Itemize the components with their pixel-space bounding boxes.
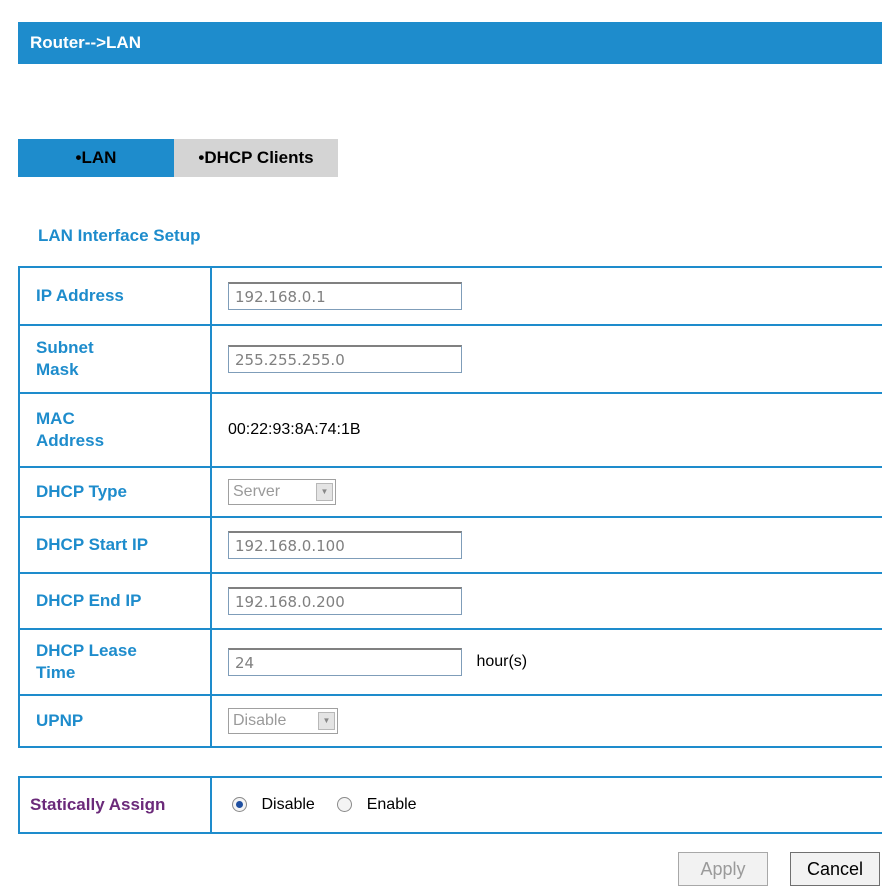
- radio-enable[interactable]: [337, 797, 353, 813]
- dhcp-start-ip-label: DHCP Start IP: [18, 516, 212, 574]
- row-upnp: UPNP Disable ▼: [18, 694, 882, 748]
- row-mac-address: MAC Address 00:22:93:8A:74:1B: [18, 392, 882, 468]
- mac-address-value: 00:22:93:8A:74:1B: [228, 421, 361, 438]
- dhcp-type-label: DHCP Type: [18, 466, 212, 518]
- upnp-select[interactable]: Disable ▼: [228, 708, 338, 734]
- static-assign-label: Statically Assign: [18, 776, 212, 834]
- row-static-assign: Statically Assign Disable Enable: [18, 776, 882, 834]
- tab-dhcp-clients[interactable]: •DHCP Clients: [174, 139, 338, 177]
- lease-time-unit: hour(s): [476, 653, 528, 670]
- ip-address-input[interactable]: 192.168.0.1: [228, 282, 462, 310]
- row-ip-address: IP Address 192.168.0.1: [18, 266, 882, 326]
- upnp-selected: Disable: [233, 712, 287, 729]
- radio-enable-label: Enable: [366, 795, 417, 813]
- upnp-label: UPNP: [18, 694, 212, 748]
- ip-address-label: IP Address: [18, 266, 212, 326]
- static-assign-table: Statically Assign Disable Enable: [18, 776, 882, 834]
- subnet-mask-label: Subnet Mask: [36, 338, 94, 379]
- section-title: LAN Interface Setup: [38, 226, 201, 245]
- dhcp-start-ip-input[interactable]: 192.168.0.100: [228, 531, 462, 559]
- dhcp-lease-time-label: DHCP Lease Time: [36, 641, 137, 682]
- chevron-down-icon: ▼: [316, 483, 333, 501]
- radio-disable[interactable]: [232, 797, 247, 813]
- dhcp-end-ip-label: DHCP End IP: [18, 572, 212, 630]
- lan-settings-table: IP Address 192.168.0.1 Subnet Mask 255.2…: [18, 266, 882, 748]
- chevron-down-icon: ▼: [318, 712, 335, 730]
- page-header: Router-->LAN: [18, 22, 882, 64]
- dhcp-type-selected: Server: [233, 483, 281, 500]
- page-title: Router-->LAN: [30, 33, 141, 52]
- tab-lan[interactable]: •LAN: [18, 139, 174, 177]
- row-dhcp-type: DHCP Type Server ▼: [18, 466, 882, 518]
- row-dhcp-lease-time: DHCP Lease Time 24 hour(s): [18, 628, 882, 696]
- apply-button[interactable]: Apply: [678, 852, 768, 886]
- cancel-button[interactable]: Cancel: [790, 852, 880, 886]
- dhcp-end-ip-input[interactable]: 192.168.0.200: [228, 587, 462, 615]
- dhcp-type-select[interactable]: Server ▼: [228, 479, 336, 505]
- radio-disable-label: Disable: [261, 795, 315, 813]
- row-dhcp-start-ip: DHCP Start IP 192.168.0.100: [18, 516, 882, 574]
- mac-address-label: MAC Address: [36, 409, 105, 450]
- dhcp-lease-time-input[interactable]: 24: [228, 648, 462, 676]
- row-dhcp-end-ip: DHCP End IP 192.168.0.200: [18, 572, 882, 630]
- row-subnet-mask: Subnet Mask 255.255.255.0: [18, 324, 882, 394]
- subnet-mask-input[interactable]: 255.255.255.0: [228, 345, 462, 373]
